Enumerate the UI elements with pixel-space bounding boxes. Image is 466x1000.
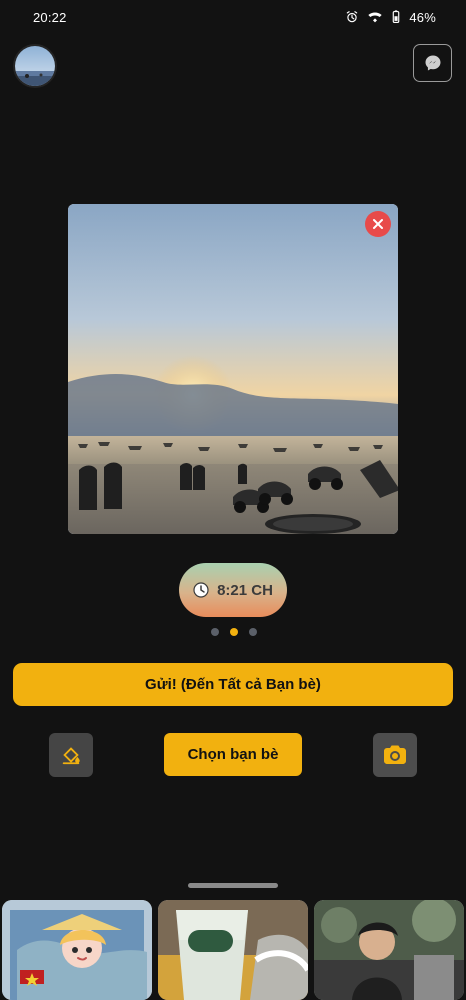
pagination-dots bbox=[211, 628, 257, 636]
alarm-icon bbox=[345, 10, 359, 24]
pagination-dot[interactable] bbox=[211, 628, 219, 636]
time-badge: 8:21 CH bbox=[179, 563, 287, 617]
gallery-thumbnail-1[interactable] bbox=[2, 900, 152, 1000]
gallery-thumbnail-2[interactable] bbox=[158, 900, 308, 1000]
avatar[interactable] bbox=[13, 44, 57, 88]
choose-friends-label: Chọn bạn bè bbox=[187, 746, 279, 763]
messenger-icon bbox=[423, 53, 443, 73]
pagination-dot[interactable] bbox=[249, 628, 257, 636]
recent-photos bbox=[0, 900, 466, 1000]
wifi-icon bbox=[367, 10, 383, 24]
status-right: 46% bbox=[345, 10, 436, 25]
time-label: 8:21 CH bbox=[217, 581, 273, 599]
camera-button[interactable] bbox=[373, 733, 417, 777]
clock-icon bbox=[193, 582, 209, 598]
camera-icon bbox=[383, 744, 407, 766]
battery-icon bbox=[391, 10, 401, 24]
close-photo-button[interactable] bbox=[365, 211, 391, 237]
battery-percentage: 46% bbox=[409, 9, 436, 25]
close-icon bbox=[372, 218, 384, 230]
choose-friends-button[interactable]: Chọn bạn bè bbox=[164, 733, 302, 776]
paint-bucket-icon bbox=[60, 744, 82, 766]
status-bar: 20:22 46% bbox=[0, 0, 466, 34]
send-to-all-button[interactable]: Gửi! (Đến Tất cả Bạn bè) bbox=[13, 663, 453, 706]
gallery-thumbnail-3[interactable] bbox=[314, 900, 464, 1000]
status-time: 20:22 bbox=[33, 9, 67, 25]
captured-photo bbox=[68, 204, 398, 534]
pagination-dot-active[interactable] bbox=[230, 628, 238, 636]
bottom-sheet-handle[interactable] bbox=[188, 883, 278, 888]
paint-bucket-button[interactable] bbox=[49, 733, 93, 777]
messenger-button[interactable] bbox=[413, 44, 452, 82]
send-to-all-label: Gửi! (Đến Tất cả Bạn bè) bbox=[145, 676, 321, 693]
